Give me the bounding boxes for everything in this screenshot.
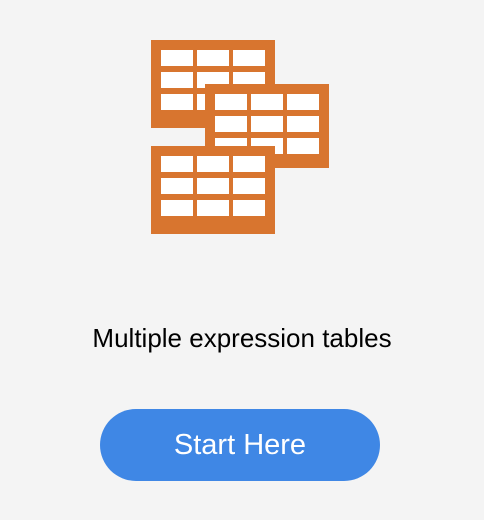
multiple-tables-icon (151, 40, 329, 234)
start-here-button[interactable]: Start Here (100, 409, 380, 481)
card-title: Multiple expression tables (92, 323, 392, 353)
start-card: Multiple expression tables Start Here (0, 0, 484, 520)
